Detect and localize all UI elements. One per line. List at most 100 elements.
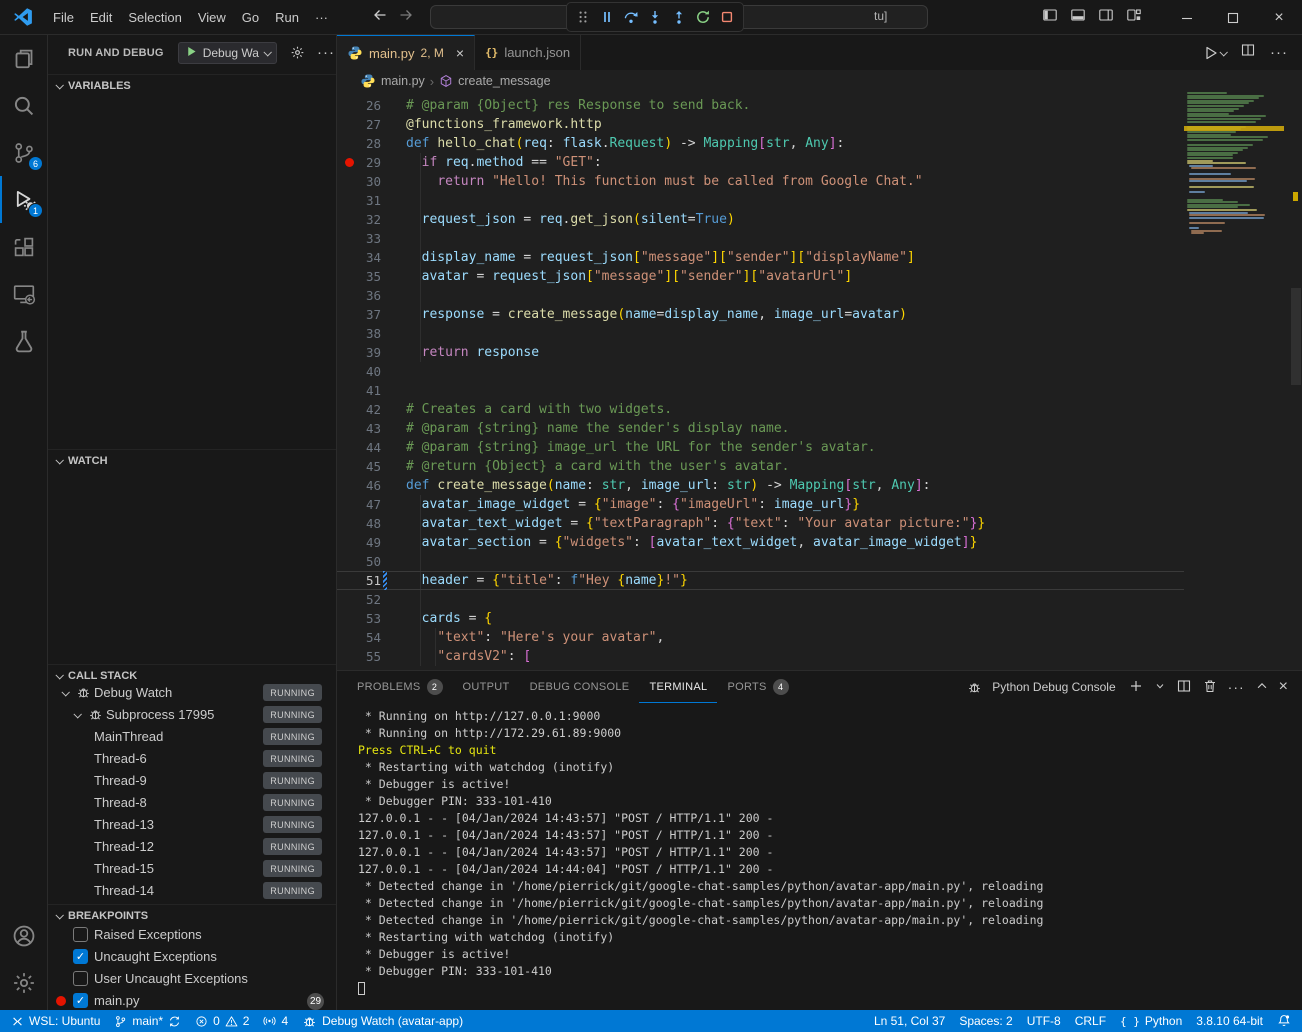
gutter[interactable]: 28: [337, 134, 406, 153]
call-stack-item[interactable]: Thread-12RUNNING: [48, 836, 336, 858]
debug-config-dropdown[interactable]: Debug Wa: [178, 42, 277, 64]
close-panel-button[interactable]: ×: [1279, 678, 1288, 696]
breakpoints-section-header[interactable]: BREAKPOINTS: [48, 904, 336, 926]
step-out-button[interactable]: [669, 7, 689, 27]
gutter[interactable]: 29: [337, 153, 406, 172]
gutter[interactable]: 47: [337, 495, 406, 514]
status-debug-session[interactable]: Debug Watch (avatar-app): [295, 1010, 470, 1032]
code-line[interactable]: 44# @param {string} image_url the URL fo…: [337, 438, 1184, 457]
layout-customize-button[interactable]: [1126, 7, 1142, 28]
scrollbar-slider[interactable]: [1291, 288, 1301, 385]
activitybar-run-and-debug[interactable]: 1: [0, 176, 48, 223]
code-line[interactable]: 48 avatar_text_widget = {"textParagraph"…: [337, 514, 1184, 533]
breakpoint-dot-icon[interactable]: [345, 158, 354, 167]
code-line[interactable]: 55 "cardsV2": [: [337, 647, 1184, 666]
gutter[interactable]: 32: [337, 210, 406, 229]
step-into-button[interactable]: [645, 7, 665, 27]
panel-tab-ports[interactable]: PORTS4: [717, 671, 798, 703]
gutter[interactable]: 45: [337, 457, 406, 476]
gutter[interactable]: 49: [337, 533, 406, 552]
minimap[interactable]: [1184, 92, 1280, 670]
status-python-interpreter[interactable]: 3.8.10 64-bit: [1189, 1010, 1270, 1032]
gutter[interactable]: 30: [337, 172, 406, 191]
breakpoint-checkbox[interactable]: [73, 971, 88, 986]
breakpoint-item[interactable]: Raised Exceptions: [48, 924, 336, 946]
call-stack-item[interactable]: MainThreadRUNNING: [48, 726, 336, 748]
code-line[interactable]: 49 avatar_section = {"widgets": [avatar_…: [337, 533, 1184, 552]
gutter[interactable]: 40: [337, 362, 406, 381]
menu-edit[interactable]: Edit: [82, 6, 120, 29]
gutter[interactable]: 35: [337, 267, 406, 286]
call-stack-item[interactable]: Subprocess 17995RUNNING: [48, 704, 336, 726]
gutter[interactable]: 46: [337, 476, 406, 495]
code-line[interactable]: 28def hello_chat(req: flask.Request) -> …: [337, 134, 1184, 153]
close-tab-icon[interactable]: ×: [456, 45, 464, 61]
pause-button[interactable]: [597, 7, 617, 27]
breakpoint-item[interactable]: User Uncaught Exceptions: [48, 968, 336, 990]
call-stack-item[interactable]: Thread-13RUNNING: [48, 814, 336, 836]
split-editor-button[interactable]: [1240, 42, 1256, 63]
code-line[interactable]: 29 if req.method == "GET":: [337, 153, 1184, 172]
status-branch[interactable]: main*: [107, 1010, 188, 1032]
breakpoint-checkbox[interactable]: ✓: [73, 949, 88, 964]
gutter[interactable]: 43: [337, 419, 406, 438]
menu-view[interactable]: View: [190, 6, 234, 29]
code-line[interactable]: 54 "text": "Here's your avatar",: [337, 628, 1184, 647]
call-stack-item[interactable]: Thread-15RUNNING: [48, 858, 336, 880]
status-cursor-position[interactable]: Ln 51, Col 37: [867, 1010, 952, 1032]
code-line[interactable]: 45# @return {Object} a card with the use…: [337, 457, 1184, 476]
run-python-file-button[interactable]: [1203, 45, 1226, 61]
code-line[interactable]: 26# @param {Object} res Response to send…: [337, 96, 1184, 115]
more-actions-icon[interactable]: ···: [317, 44, 335, 61]
code-line[interactable]: 37 response = create_message(name=displa…: [337, 305, 1184, 324]
gutter[interactable]: 48: [337, 514, 406, 533]
tab-launch.json[interactable]: {}launch.json: [475, 35, 581, 70]
call-stack-item[interactable]: Thread-6RUNNING: [48, 748, 336, 770]
gutter[interactable]: 42: [337, 400, 406, 419]
code-line[interactable]: 51 header = {"title": f"Hey {name}!"}: [337, 571, 1184, 590]
call-stack-item[interactable]: Debug WatchRUNNING: [48, 682, 336, 704]
gutter[interactable]: 41: [337, 381, 406, 400]
breakpoint-item[interactable]: ✓Uncaught Exceptions: [48, 946, 336, 968]
gear-icon[interactable]: [290, 45, 305, 60]
status-indentation[interactable]: Spaces: 2: [952, 1010, 1019, 1032]
call-stack-item[interactable]: Thread-14RUNNING: [48, 880, 336, 902]
code-line[interactable]: 34 display_name = request_json["message"…: [337, 248, 1184, 267]
activitybar-files[interactable]: [0, 35, 48, 82]
gutter[interactable]: 37: [337, 305, 406, 324]
layout-sidebar-left-button[interactable]: [1042, 7, 1058, 28]
start-debug-icon[interactable]: [185, 45, 198, 61]
stop-button[interactable]: [717, 7, 737, 27]
terminal-output[interactable]: * Running on http://127.0.0.1:9000 * Run…: [337, 703, 1302, 1010]
call-stack-item[interactable]: Thread-8RUNNING: [48, 792, 336, 814]
back-arrow-icon[interactable]: [372, 7, 388, 28]
step-over-button[interactable]: [621, 7, 641, 27]
close-window-button[interactable]: ×: [1256, 0, 1302, 35]
code-line[interactable]: 27@functions_framework.http: [337, 115, 1184, 134]
status-remote[interactable]: WSL: Ubuntu: [4, 1010, 107, 1032]
status-language-mode[interactable]: { }Python: [1113, 1010, 1189, 1032]
call-stack-item[interactable]: Thread-9RUNNING: [48, 770, 336, 792]
breakpoint-checkbox[interactable]: ✓: [73, 993, 88, 1008]
breakpoint-item[interactable]: ✓main.py29: [48, 990, 336, 1010]
status-problems[interactable]: 02: [188, 1010, 256, 1032]
status-encoding[interactable]: UTF-8: [1020, 1010, 1068, 1032]
code-line[interactable]: 36: [337, 286, 1184, 305]
minimize-button[interactable]: [1164, 0, 1210, 35]
gutter[interactable]: 34: [337, 248, 406, 267]
code-line[interactable]: 39 return response: [337, 343, 1184, 362]
code-line[interactable]: 41: [337, 381, 1184, 400]
code-line[interactable]: 46def create_message(name: str, image_ur…: [337, 476, 1184, 495]
menu-[interactable]: ···: [307, 6, 336, 29]
code-line[interactable]: 31: [337, 191, 1184, 210]
gutter[interactable]: 39: [337, 343, 406, 362]
code-line[interactable]: 42# Creates a card with two widgets.: [337, 400, 1184, 419]
layout-panel-button[interactable]: [1070, 7, 1086, 28]
watch-section-header[interactable]: WATCH: [48, 449, 336, 471]
code-line[interactable]: 52: [337, 590, 1184, 609]
panel-tab-terminal[interactable]: TERMINAL: [639, 671, 717, 703]
gutter[interactable]: 54: [337, 628, 406, 647]
status-notifications[interactable]: [1270, 1010, 1298, 1032]
menu-file[interactable]: File: [45, 6, 82, 29]
activitybar-remote-explorer[interactable]: [0, 270, 48, 317]
